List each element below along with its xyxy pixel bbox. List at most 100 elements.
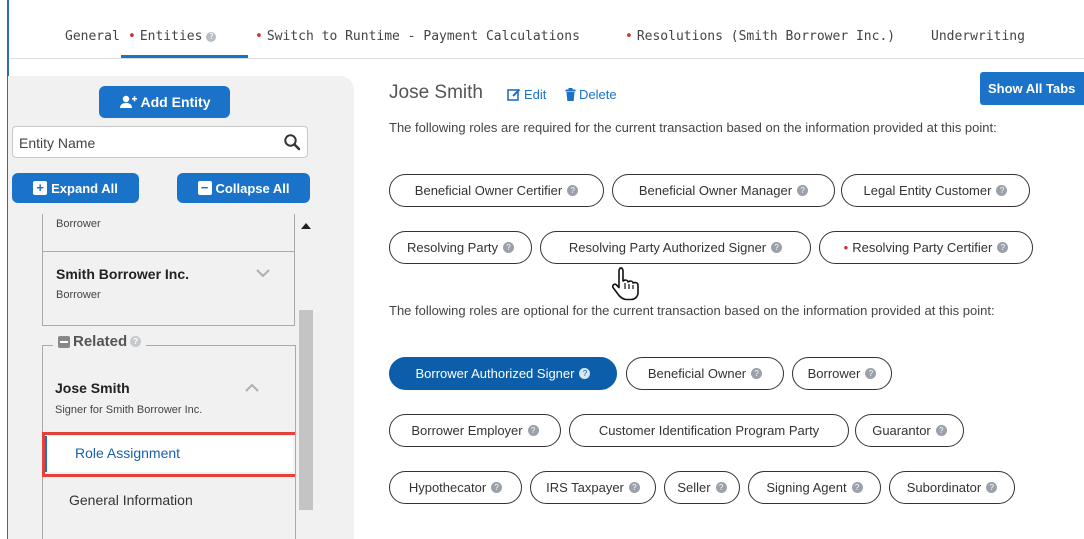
role-label: Signing Agent: [766, 480, 847, 495]
role-label: Resolving Party Authorized Signer: [568, 240, 767, 255]
tab-label: Entities: [139, 29, 203, 44]
role-pill-guarantor[interactable]: Guarantor?: [855, 414, 964, 447]
add-user-icon: [119, 95, 137, 108]
role-pill-borrower[interactable]: Borrower?: [792, 357, 892, 390]
active-tab-indicator: [121, 55, 248, 58]
entity-item-borrower[interactable]: Borrower: [42, 214, 295, 252]
role-label: Resolving Party: [406, 240, 499, 255]
edit-icon: [507, 88, 521, 101]
add-entity-button[interactable]: Add Entity: [99, 86, 230, 118]
related-header[interactable]: Related ?: [53, 333, 147, 350]
role-pill-beneficial-owner-manager[interactable]: Beneficial Owner Manager?: [612, 174, 835, 207]
minus-icon: −: [197, 181, 212, 195]
related-label: Related: [73, 333, 128, 350]
page-title: Jose Smith: [389, 82, 483, 103]
role-pill-seller[interactable]: Seller?: [664, 471, 740, 504]
help-icon[interactable]: ?: [986, 482, 998, 493]
entity-name: Jose Smith: [55, 380, 130, 396]
expand-all-label: Expand All: [51, 180, 118, 196]
tab-underwriting[interactable]: Underwriting: [931, 29, 1025, 44]
tab-resolutions[interactable]: • Resolutions (Smith Borrower Inc.): [625, 29, 895, 44]
show-all-tabs-button[interactable]: Show All Tabs: [980, 72, 1084, 105]
help-icon[interactable]: ?: [771, 242, 783, 253]
help-icon[interactable]: ?: [715, 482, 727, 493]
entity-search: [12, 126, 308, 159]
tab-label: Underwriting: [931, 29, 1025, 44]
search-icon[interactable]: [283, 133, 301, 151]
sidebar-item-label: General Information: [69, 492, 193, 508]
tab-entities[interactable]: • Entities?: [128, 29, 217, 44]
delete-link[interactable]: Delete: [565, 87, 617, 102]
scrollbar[interactable]: [296, 214, 315, 539]
role-label: Beneficial Owner Manager: [638, 183, 793, 198]
role-pill-hypothecator[interactable]: Hypothecator?: [389, 471, 522, 504]
help-icon[interactable]: ?: [206, 32, 217, 42]
chevron-down-icon[interactable]: [256, 269, 270, 278]
help-icon[interactable]: ?: [797, 185, 809, 196]
role-pill-irs-taxpayer[interactable]: IRS Taxpayer?: [530, 471, 656, 504]
entity-item-smith-borrower[interactable]: Smith Borrower Inc. Borrower: [42, 252, 295, 326]
help-icon[interactable]: ?: [865, 368, 877, 379]
scrollbar-thumb[interactable]: [299, 310, 313, 510]
help-icon[interactable]: ?: [130, 336, 142, 347]
entity-role: Borrower: [56, 218, 101, 230]
hand-cursor-icon: [611, 267, 639, 301]
help-icon[interactable]: ?: [567, 185, 579, 196]
help-icon[interactable]: ?: [935, 425, 947, 436]
entity-role: Borrower: [56, 289, 101, 301]
help-icon[interactable]: ?: [527, 425, 539, 436]
required-marker: •: [255, 29, 263, 44]
required-roles-description: The following roles are required for the…: [389, 120, 997, 135]
role-pill-borrower-authorized-signer[interactable]: Borrower Authorized Signer?: [389, 357, 617, 390]
role-pill-borrower-employer[interactable]: Borrower Employer?: [389, 414, 561, 447]
role-label: Subordinator: [906, 480, 982, 495]
role-pill-signing-agent[interactable]: Signing Agent?: [748, 471, 881, 504]
required-marker: •: [128, 29, 136, 44]
chevron-up-icon[interactable]: [245, 383, 259, 392]
role-pill-legal-entity-customer[interactable]: Legal Entity Customer?: [841, 174, 1030, 207]
entity-name-input[interactable]: [17, 127, 281, 159]
role-pill-resolving-party[interactable]: Resolving Party?: [389, 231, 532, 264]
plus-icon: +: [33, 181, 48, 195]
required-marker: •: [625, 29, 633, 44]
role-pill-beneficial-owner[interactable]: Beneficial Owner?: [626, 357, 784, 390]
role-label: Beneficial Owner: [647, 366, 747, 381]
help-icon[interactable]: ?: [996, 185, 1008, 196]
add-entity-label: Add Entity: [140, 94, 211, 110]
required-marker: •: [843, 240, 849, 255]
edit-link[interactable]: Edit: [507, 87, 546, 102]
optional-roles-description: The following roles are optional for the…: [389, 303, 995, 318]
role-label: Legal Entity Customer: [863, 183, 992, 198]
edit-label: Edit: [524, 87, 547, 102]
collapse-all-button[interactable]: − Collapse All: [177, 173, 310, 203]
role-label: Beneficial Owner Certifier: [414, 183, 563, 198]
help-icon[interactable]: ?: [851, 482, 863, 493]
help-icon[interactable]: ?: [628, 482, 640, 493]
tab-label: General: [65, 29, 120, 44]
role-label: Resolving Party Certifier: [852, 240, 993, 255]
help-icon[interactable]: ?: [491, 482, 503, 493]
scroll-up-icon[interactable]: [301, 223, 311, 229]
tab-general[interactable]: General: [65, 29, 120, 44]
help-icon[interactable]: ?: [503, 242, 515, 253]
entity-item-jose-smith[interactable]: Jose Smith Signer for Smith Borrower Inc…: [43, 365, 295, 431]
tab-label: Switch to Runtime - Payment Calculations: [266, 29, 580, 44]
role-pill-beneficial-owner-certifier[interactable]: Beneficial Owner Certifier?: [389, 174, 604, 207]
help-icon[interactable]: ?: [997, 242, 1009, 253]
help-icon[interactable]: ?: [751, 368, 763, 379]
expand-all-button[interactable]: + Expand All: [12, 173, 139, 203]
tab-bar: General • Entities? • Switch to Runtime - …: [10, 0, 1084, 59]
role-pill-resolving-party-authorized-signer[interactable]: Resolving Party Authorized Signer?: [540, 231, 811, 264]
role-label: Borrower: [807, 366, 861, 381]
highlight-box: [42, 432, 298, 477]
role-pill-resolving-party-certifier[interactable]: • Resolving Party Certifier?: [819, 231, 1033, 264]
help-icon[interactable]: ?: [579, 368, 591, 379]
sidebar-item-general-information[interactable]: General Information: [43, 484, 293, 520]
collapse-all-label: Collapse All: [215, 180, 290, 196]
entity-name: Smith Borrower Inc.: [56, 266, 190, 282]
tab-switch-to-runtime[interactable]: • Switch to Runtime - Payment Calculation…: [255, 29, 580, 44]
role-pill-customer-identification-program-party[interactable]: Customer Identification Program Party: [569, 414, 849, 447]
role-pill-subordinator[interactable]: Subordinator?: [889, 471, 1015, 504]
role-label: IRS Taxpayer: [546, 480, 624, 495]
role-label: Guarantor: [872, 423, 931, 438]
